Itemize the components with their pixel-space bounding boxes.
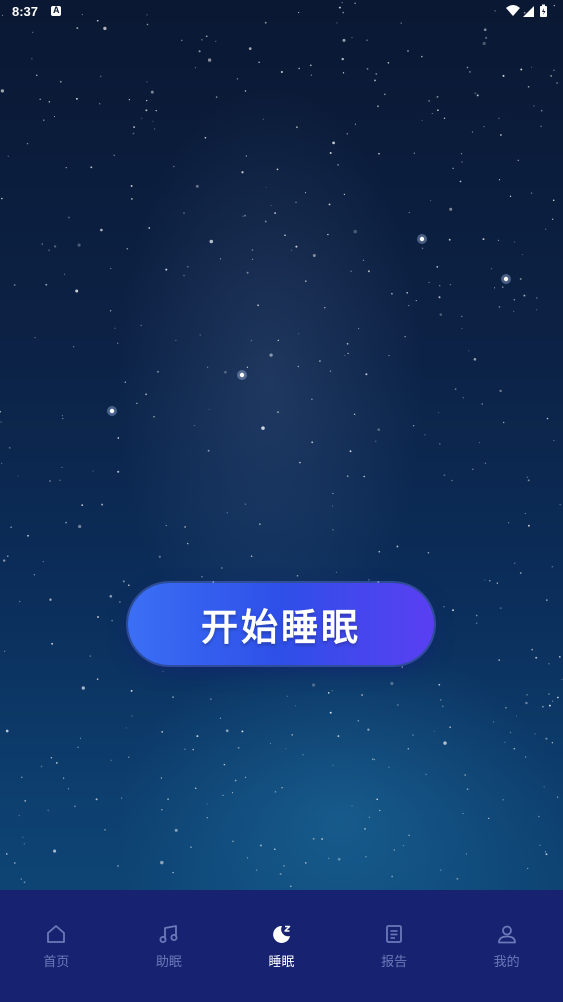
tab-home-label: 首页: [43, 955, 70, 970]
tab-sleep-aid[interactable]: 助眠: [113, 890, 226, 1002]
wifi-icon: [506, 5, 520, 16]
tab-report-label: 报告: [381, 955, 408, 970]
music-note-icon: [159, 925, 178, 943]
tab-sleep[interactable]: 睡眠: [225, 890, 338, 1002]
start-sleep-label: 开始睡眠: [201, 606, 361, 649]
sleep-screen: 8:37 开始睡眠 首页: [0, 0, 563, 1002]
tab-report[interactable]: 报告: [338, 890, 451, 1002]
report-document-icon: [386, 925, 402, 943]
status-time: 8:37: [12, 4, 39, 19]
tab-sleep-label: 睡眠: [268, 955, 295, 970]
tab-sleep-aid-label: 助眠: [155, 955, 182, 970]
tab-profile[interactable]: 我的: [450, 890, 563, 1002]
profile-person-icon: [497, 925, 516, 944]
home-icon: [47, 925, 66, 943]
start-sleep-button[interactable]: 开始睡眠: [128, 583, 434, 665]
signal-icon: [523, 6, 534, 17]
status-icons: [506, 4, 547, 17]
tab-profile-label: 我的: [493, 955, 520, 970]
bottom-tab-bar: 首页 助眠 睡眠 报告 我的: [0, 890, 563, 1002]
battery-icon: [540, 4, 547, 17]
status-bar: 8:37: [0, 0, 563, 24]
moon-sleep-icon: [273, 925, 291, 943]
accessibility-a-icon: [51, 5, 61, 16]
tab-home[interactable]: 首页: [0, 890, 113, 1002]
starry-sky-background: [0, 1, 563, 888]
